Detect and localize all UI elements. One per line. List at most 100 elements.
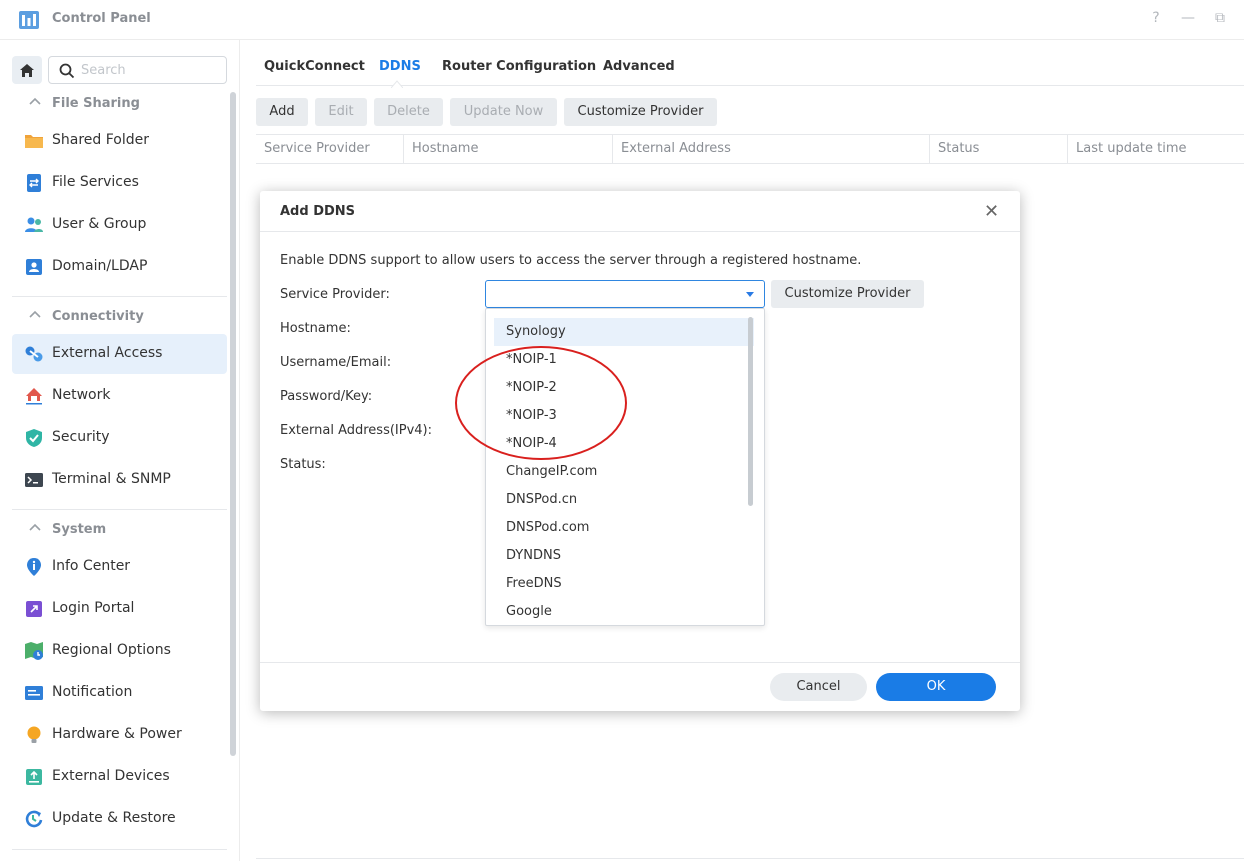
sidebar-item-label: Notification xyxy=(52,684,133,700)
dropdown-option-dnspod-com[interactable]: DNSPod.com xyxy=(494,514,754,542)
help-icon[interactable]: ? xyxy=(1146,10,1166,26)
tab-quickconnect[interactable]: QuickConnect xyxy=(264,59,365,74)
dropdown-option-noip-1[interactable]: *NOIP-1 xyxy=(494,346,754,374)
control-panel-app-icon xyxy=(19,11,39,29)
sidebar-item-label: Network xyxy=(52,387,111,403)
dropdown-option-dnspod-cn[interactable]: DNSPod.cn xyxy=(494,486,754,514)
service-provider-label: Service Provider: xyxy=(280,287,390,302)
add-button[interactable]: Add xyxy=(256,98,308,126)
sidebar-item-regional-options[interactable]: Regional Options xyxy=(12,631,227,671)
dialog-description: Enable DDNS support to allow users to ac… xyxy=(280,253,862,268)
sidebar-item-info-center[interactable]: Info Center xyxy=(12,547,227,587)
external-access-icon xyxy=(25,346,43,362)
sidebar: File Sharing Shared Folder File Services… xyxy=(0,40,240,861)
dropdown-option-google[interactable]: Google xyxy=(494,598,754,625)
dropdown-scrollbar[interactable] xyxy=(748,317,753,506)
dialog-footer-divider xyxy=(260,662,1020,663)
external-devices-icon xyxy=(26,769,42,785)
external-address-label: External Address(IPv4): xyxy=(280,423,433,438)
sidebar-item-update-restore[interactable]: Update & Restore xyxy=(12,799,227,839)
password-label: Password/Key: xyxy=(280,389,373,404)
chevron-up-icon xyxy=(29,523,41,531)
group-system[interactable]: System xyxy=(12,516,227,544)
column-last-update-time[interactable]: Last update time xyxy=(1067,135,1244,163)
sidebar-item-notification[interactable]: Notification xyxy=(12,673,227,713)
update-now-button[interactable]: Update Now xyxy=(450,98,557,126)
close-icon[interactable]: ✕ xyxy=(984,201,999,222)
sidebar-item-security[interactable]: Security xyxy=(12,418,227,458)
hardware-power-icon xyxy=(27,726,41,743)
search-input[interactable] xyxy=(81,61,221,79)
tab-ddns[interactable]: DDNS xyxy=(379,59,421,74)
sidebar-item-shared-folder[interactable]: Shared Folder xyxy=(12,121,227,161)
column-hostname[interactable]: Hostname xyxy=(403,135,612,163)
tab-bar: QuickConnect DDNS Router Configuration A… xyxy=(256,48,1244,86)
regional-options-icon xyxy=(25,642,43,660)
search-field[interactable] xyxy=(48,56,227,84)
minimize-icon[interactable]: — xyxy=(1178,10,1198,26)
tab-router-configuration[interactable]: Router Configuration xyxy=(442,59,596,74)
group-connectivity[interactable]: Connectivity xyxy=(12,303,227,331)
dialog-header-divider xyxy=(260,231,1020,232)
tab-advanced[interactable]: Advanced xyxy=(603,59,675,74)
group-file-sharing[interactable]: File Sharing xyxy=(12,90,227,118)
window-title: Control Panel xyxy=(52,11,151,26)
sidebar-item-external-access[interactable]: External Access xyxy=(12,334,227,374)
sidebar-item-label: Terminal & SNMP xyxy=(52,471,171,487)
customize-provider-button[interactable]: Customize Provider xyxy=(564,98,717,126)
sidebar-item-label: External Access xyxy=(52,345,163,361)
sidebar-item-login-portal[interactable]: Login Portal xyxy=(12,589,227,629)
notification-icon xyxy=(25,686,43,700)
service-provider-select[interactable] xyxy=(485,280,765,308)
column-status[interactable]: Status xyxy=(929,135,1067,163)
column-service-provider[interactable]: Service Provider xyxy=(256,135,403,163)
ok-button[interactable]: OK xyxy=(876,673,996,701)
sidebar-item-label: Login Portal xyxy=(52,600,135,616)
dropdown-option-noip-3[interactable]: *NOIP-3 xyxy=(494,402,754,430)
divider xyxy=(12,509,227,510)
sidebar-item-user-group[interactable]: User & Group xyxy=(12,205,227,245)
sidebar-item-label: Update & Restore xyxy=(52,810,176,826)
sidebar-item-domain-ldap[interactable]: Domain/LDAP xyxy=(12,247,227,287)
dropdown-option-dyndns[interactable]: DYNDNS xyxy=(494,542,754,570)
cancel-button[interactable]: Cancel xyxy=(770,673,867,701)
column-external-address[interactable]: External Address xyxy=(612,135,929,163)
sidebar-item-hardware-power[interactable]: Hardware & Power xyxy=(12,715,227,755)
caret-down-icon xyxy=(746,292,754,297)
edit-button[interactable]: Edit xyxy=(315,98,367,126)
sidebar-item-external-devices[interactable]: External Devices xyxy=(12,757,227,797)
sidebar-item-network[interactable]: Network xyxy=(12,376,227,416)
dropdown-option-synology[interactable]: Synology xyxy=(494,318,754,346)
restore-icon[interactable]: ⧉ xyxy=(1210,10,1230,26)
dropdown-option-freedns[interactable]: FreeDNS xyxy=(494,570,754,598)
chevron-up-icon xyxy=(29,97,41,105)
sidebar-item-label: Hardware & Power xyxy=(52,726,182,742)
chevron-up-icon xyxy=(29,310,41,318)
dialog-customize-provider-button[interactable]: Customize Provider xyxy=(771,280,924,308)
sidebar-item-label: Domain/LDAP xyxy=(52,258,148,274)
terminal-icon xyxy=(25,473,43,487)
divider xyxy=(12,296,227,297)
delete-button[interactable]: Delete xyxy=(374,98,443,126)
sidebar-item-file-services[interactable]: File Services xyxy=(12,163,227,203)
hostname-label: Hostname: xyxy=(280,321,351,336)
service-provider-dropdown[interactable]: Synology *NOIP-1 *NOIP-2 *NOIP-3 *NOIP-4… xyxy=(485,308,765,626)
dropdown-option-noip-4[interactable]: *NOIP-4 xyxy=(494,430,754,458)
user-group-icon xyxy=(25,217,43,232)
file-services-icon xyxy=(27,174,41,192)
dropdown-option-noip-2[interactable]: *NOIP-2 xyxy=(494,374,754,402)
home-button[interactable] xyxy=(12,56,42,84)
security-shield-icon xyxy=(26,429,42,447)
home-icon xyxy=(20,64,34,77)
sidebar-item-label: Regional Options xyxy=(52,642,171,658)
sidebar-scrollbar[interactable] xyxy=(230,92,236,756)
active-tab-caret-icon xyxy=(391,80,403,88)
sidebar-item-terminal-snmp[interactable]: Terminal & SNMP xyxy=(12,460,227,500)
sidebar-item-label: File Services xyxy=(52,174,139,190)
dropdown-option-changeip[interactable]: ChangeIP.com xyxy=(494,458,754,486)
status-label: Status: xyxy=(280,457,326,472)
search-icon xyxy=(59,63,75,79)
info-icon xyxy=(27,558,41,576)
sidebar-item-label: Info Center xyxy=(52,558,131,574)
username-label: Username/Email: xyxy=(280,355,392,370)
